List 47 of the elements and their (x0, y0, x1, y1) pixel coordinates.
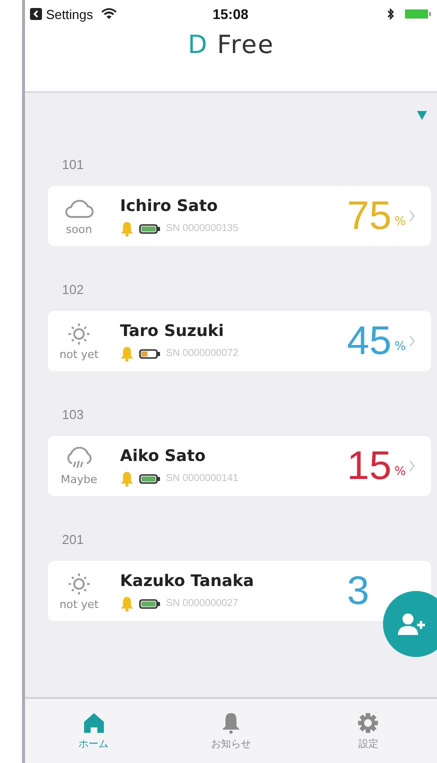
forecast-label: not yet (59, 348, 99, 360)
clock-time: 15:08 (212, 6, 248, 22)
chevron-icon (408, 335, 415, 347)
back-label[interactable]: Settings (46, 6, 93, 22)
forecast-label: Maybe (60, 472, 98, 486)
resident-name: Kazuko Tanaka (120, 570, 255, 590)
resident-card[interactable]: Maybe Aiko Sato SN 0000000141 15% (48, 436, 431, 496)
room-number: 101 (61, 156, 85, 174)
percent-value: 45 (347, 321, 392, 361)
percent-unit: % (394, 214, 406, 228)
add-person-button[interactable] (383, 591, 437, 657)
add-person-icon (397, 612, 427, 636)
wifi-icon (100, 8, 117, 20)
percent-unit: % (394, 464, 406, 478)
percent-value: 75 (347, 196, 392, 236)
chevron-icon (408, 210, 415, 222)
room-number: 201 (61, 531, 85, 549)
resident-card[interactable]: not yet Kazuko Tanaka SN 0000000027 3 (48, 561, 431, 621)
serial-number: SN 0000000027 (166, 598, 238, 609)
room-number: 102 (61, 281, 85, 299)
home-icon (82, 712, 105, 734)
battery-icon (405, 9, 431, 19)
resident-name: Aiko Sato (120, 446, 207, 464)
bluetooth-icon (387, 8, 395, 20)
serial-number: SN 0000000141 (166, 473, 238, 484)
percent-unit: % (394, 339, 406, 353)
bell-icon (120, 596, 134, 612)
chevron-icon (408, 460, 415, 472)
bell-icon (120, 346, 134, 362)
resident-card[interactable]: not yet Taro Suzuki SN 0000000072 45% (48, 311, 431, 371)
bell-icon (120, 220, 134, 236)
room-number: 103 (61, 406, 85, 424)
bell-icon (120, 470, 134, 486)
serial-number: SN 0000000072 (166, 348, 238, 359)
settings-icon (357, 712, 380, 734)
back-icon[interactable] (30, 8, 42, 20)
resident-name: Taro Suzuki (120, 320, 225, 340)
percent-value: 3 (347, 571, 370, 611)
resident-name: Ichiro Sato (120, 196, 219, 214)
serial-number: SN 0000000135 (166, 223, 238, 234)
forecast-label: not yet (59, 598, 99, 610)
dropdown-icon[interactable] (417, 111, 427, 120)
bell-icon (220, 712, 242, 734)
resident-card[interactable]: soon Ichiro Sato SN 0000000135 75% (48, 186, 431, 246)
app-title: D Free (186, 30, 276, 59)
percent-value: 15 (347, 446, 392, 486)
forecast-label: soon (66, 222, 92, 236)
